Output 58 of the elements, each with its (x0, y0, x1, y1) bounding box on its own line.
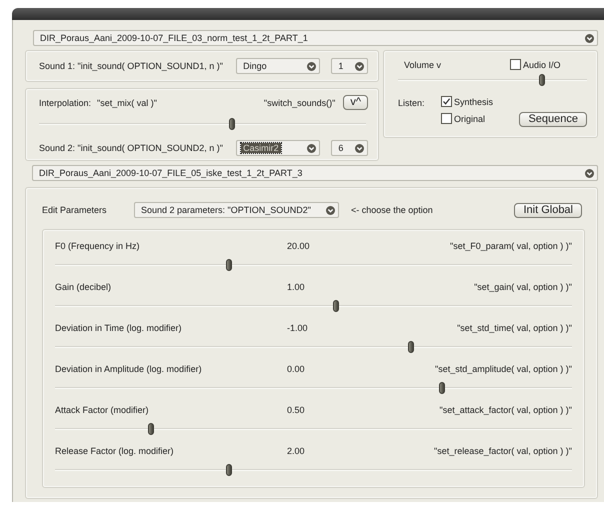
dropdown[interactable]: DIR_Poraus_Aani_2009-10-07_FILE_03_norm_test_1_2t_PART_1 (33, 30, 598, 46)
dropdown-arrow-icon (585, 168, 594, 178)
checkbox-label: Synthesis (454, 96, 494, 106)
parameter-value: 20.00 (287, 241, 311, 251)
dropdown[interactable]: Casimir2 (236, 140, 320, 156)
listen-label: Listen: (398, 98, 426, 108)
sequence-button[interactable]: Sequence (519, 112, 587, 127)
function-label: "set_attack_factor( val, option ) )" (438, 405, 572, 415)
function-label: "switch_sounds()" (264, 98, 336, 108)
slider-thumb[interactable] (228, 118, 235, 130)
switch-button[interactable]: v^ (343, 95, 368, 110)
dropdown-arrow-icon (355, 62, 364, 70)
parameter-value: 2.00 (287, 446, 306, 456)
sound-label: Sound 1: "init_sound( OPTION_SOUND1, n )" (39, 61, 224, 71)
parameter-name: Gain (decibel) (55, 282, 112, 292)
checkbox[interactable] (510, 59, 521, 70)
interpolation-label: Interpolation: (39, 98, 92, 108)
function-label: "set_F0_param( val, option ) )" (449, 241, 572, 251)
dropdown-arrow-icon (585, 34, 594, 42)
dropdown-arrow-icon (307, 62, 316, 70)
parameter-value: 1.00 (287, 282, 306, 292)
parameter-name: Deviation in Time (log. modifier) (55, 323, 183, 333)
dropdown-arrow-icon (326, 206, 335, 214)
dropdown[interactable]: Sound 2 parameters: "OPTION_SOUND2" (134, 202, 339, 218)
dropdown-arrow-icon (307, 144, 316, 152)
function-label: "set_std_time( val, option ) )" (456, 323, 572, 333)
dropdown[interactable]: Dingo (236, 58, 320, 74)
dropdown[interactable]: DIR_Poraus_Aani_2009-10-07_FILE_05_iske_test_1_2t_PART_3 (32, 165, 598, 181)
slider-thumb[interactable] (538, 74, 545, 86)
dropdown[interactable]: 6 (331, 140, 368, 156)
parameter-value: 0.50 (287, 405, 306, 415)
parameter-name: Attack Factor (modifier) (55, 405, 150, 415)
dropdown[interactable]: 1 (331, 58, 368, 74)
function-label: "set_std_amplitude( val, option ) )" (434, 364, 572, 374)
init-global-button[interactable]: Init Global (514, 202, 582, 218)
parameter-name: F0 (Frequency in Hz) (55, 241, 141, 251)
parameter-value: 0.00 (287, 364, 306, 374)
function-label: "set_release_factor( val, option ) )" (433, 446, 572, 456)
slider-thumb[interactable] (226, 464, 232, 476)
checkbox-label: Original (454, 114, 486, 124)
sound-label: Sound 2: "init_sound( OPTION_SOUND2, n )" (39, 143, 224, 153)
checkbox-label: Audio I/O (523, 60, 561, 70)
function-label: "set_gain( val, option ) )" (473, 282, 572, 292)
parameter-name: Deviation in Amplitude (log. modifier) (55, 364, 203, 374)
function-label: "set_mix( val )" (97, 98, 157, 108)
checkbox[interactable] (441, 96, 452, 107)
parameter-name: Release Factor (log. modifier) (55, 446, 175, 456)
checkbox[interactable] (441, 113, 452, 124)
dropdown-arrow-icon (355, 144, 364, 152)
hint-text: <- choose the option (351, 205, 433, 215)
slider-thumb[interactable] (439, 382, 446, 394)
edit-parameters-label: Edit Parameters (42, 205, 108, 215)
slider-thumb[interactable] (408, 341, 414, 353)
parameter-value: -1.00 (287, 323, 309, 333)
volume-label: Volume v (404, 60, 442, 70)
slider-thumb[interactable] (332, 300, 339, 312)
slider-thumb[interactable] (226, 259, 232, 271)
slider-thumb[interactable] (148, 423, 154, 435)
